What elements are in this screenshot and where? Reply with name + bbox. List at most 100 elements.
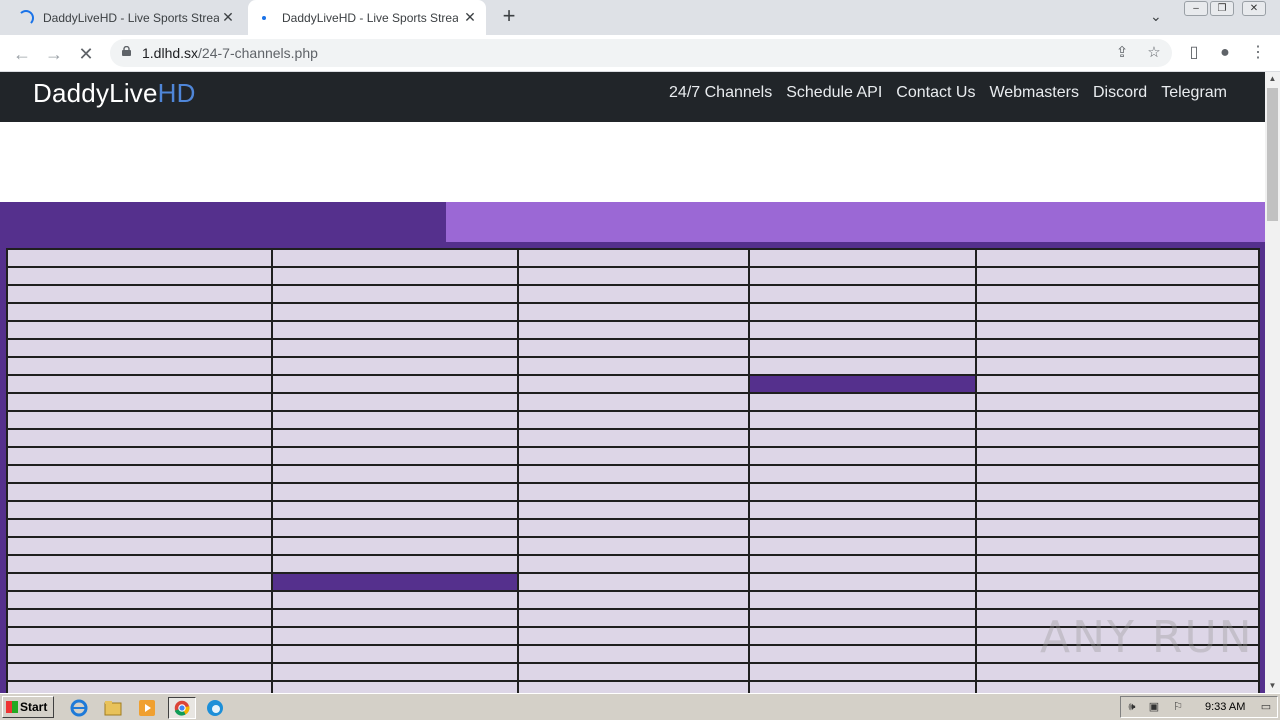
- channel-cell[interactable]: [748, 662, 977, 682]
- channel-cell[interactable]: [271, 410, 519, 430]
- channel-cell[interactable]: [748, 284, 977, 304]
- channel-cell[interactable]: [271, 608, 519, 628]
- channel-cell[interactable]: [517, 680, 750, 693]
- channel-cell[interactable]: [748, 500, 977, 520]
- channel-cell[interactable]: [6, 356, 273, 376]
- channel-cell[interactable]: [271, 374, 519, 394]
- page-scrollbar[interactable]: ▲ ▼: [1265, 72, 1280, 693]
- channel-cell[interactable]: [517, 608, 750, 628]
- channel-cell[interactable]: [271, 248, 519, 268]
- channel-cell[interactable]: [271, 338, 519, 358]
- channel-cell[interactable]: [271, 536, 519, 556]
- channel-cell[interactable]: [748, 644, 977, 664]
- channel-cell[interactable]: [6, 680, 273, 693]
- channel-cell[interactable]: [975, 410, 1260, 430]
- channel-cell[interactable]: [975, 446, 1260, 466]
- channel-cell[interactable]: [6, 626, 273, 646]
- channel-cell[interactable]: [6, 446, 273, 466]
- scroll-down-arrow-icon[interactable]: ▼: [1265, 679, 1280, 693]
- channel-cell[interactable]: [975, 500, 1260, 520]
- channel-cell[interactable]: [271, 644, 519, 664]
- channel-cell[interactable]: [271, 662, 519, 682]
- channel-cell[interactable]: [748, 518, 977, 538]
- channel-cell[interactable]: [271, 284, 519, 304]
- chrome-icon[interactable]: [168, 697, 196, 719]
- channel-cell[interactable]: [748, 338, 977, 358]
- channel-cell[interactable]: [517, 320, 750, 340]
- channel-cell[interactable]: [975, 482, 1260, 502]
- channel-cell[interactable]: [748, 302, 977, 322]
- channel-cell[interactable]: [975, 590, 1260, 610]
- channel-cell[interactable]: [6, 320, 273, 340]
- channel-cell[interactable]: [517, 482, 750, 502]
- channel-cell[interactable]: [748, 680, 977, 693]
- media-player-icon[interactable]: [136, 697, 158, 719]
- channel-cell[interactable]: [517, 248, 750, 268]
- share-icon[interactable]: ⇪: [1113, 44, 1131, 62]
- channel-cell[interactable]: [6, 662, 273, 682]
- address-bar[interactable]: 1.dlhd.sx/24-7-channels.php ⇪ ☆: [110, 39, 1172, 67]
- forward-button[interactable]: →: [42, 42, 66, 66]
- channel-cell[interactable]: [975, 554, 1260, 574]
- channel-cell[interactable]: [517, 266, 750, 286]
- channel-cell[interactable]: [975, 464, 1260, 484]
- stop-loading-button[interactable]: ✕: [74, 42, 98, 66]
- close-tab-icon[interactable]: ✕: [220, 9, 236, 25]
- channel-cell[interactable]: [517, 590, 750, 610]
- show-desktop-icon[interactable]: ▭: [1259, 700, 1273, 714]
- channel-cell[interactable]: [271, 626, 519, 646]
- channel-cell[interactable]: [748, 482, 977, 502]
- channel-cell[interactable]: [748, 590, 977, 610]
- channel-cell[interactable]: [6, 266, 273, 286]
- channel-cell[interactable]: [517, 356, 750, 376]
- channel-cell[interactable]: [748, 410, 977, 430]
- channel-cell[interactable]: [271, 356, 519, 376]
- channel-cell[interactable]: [271, 446, 519, 466]
- channel-cell[interactable]: [517, 410, 750, 430]
- channel-cell[interactable]: [517, 302, 750, 322]
- nav-link-channels[interactable]: 24/7 Channels: [669, 84, 772, 102]
- internet-explorer-icon[interactable]: [68, 697, 90, 719]
- channel-cell[interactable]: [271, 392, 519, 412]
- channel-cell[interactable]: [271, 680, 519, 693]
- channel-cell[interactable]: [517, 536, 750, 556]
- channel-cell[interactable]: [6, 248, 273, 268]
- channel-cell[interactable]: [517, 626, 750, 646]
- channel-cell[interactable]: [975, 356, 1260, 376]
- channel-cell[interactable]: [748, 320, 977, 340]
- channel-cell[interactable]: [517, 554, 750, 574]
- channel-cell[interactable]: [6, 518, 273, 538]
- channel-cell[interactable]: [975, 680, 1260, 693]
- channel-cell[interactable]: [748, 464, 977, 484]
- channel-cell[interactable]: [517, 284, 750, 304]
- action-center-flag-icon[interactable]: ⚐: [1171, 700, 1185, 714]
- channel-cell[interactable]: [271, 320, 519, 340]
- edge-icon[interactable]: [204, 697, 226, 719]
- side-panel-icon[interactable]: ▯: [1184, 43, 1204, 63]
- channel-cell[interactable]: [975, 536, 1260, 556]
- channel-cell[interactable]: [517, 518, 750, 538]
- minimize-button[interactable]: –: [1184, 1, 1208, 16]
- channel-cell[interactable]: [975, 662, 1260, 682]
- menu-kebab-icon[interactable]: ⋮: [1248, 43, 1268, 63]
- nav-link-discord[interactable]: Discord: [1093, 84, 1147, 102]
- channel-cell[interactable]: [517, 572, 750, 592]
- channel-cell[interactable]: [6, 464, 273, 484]
- new-tab-button[interactable]: +: [498, 5, 520, 27]
- channel-cell[interactable]: [271, 518, 519, 538]
- scroll-thumb[interactable]: [1267, 88, 1278, 221]
- channel-cell[interactable]: [517, 446, 750, 466]
- channel-cell[interactable]: [748, 356, 977, 376]
- profile-avatar-icon[interactable]: ●: [1215, 43, 1235, 63]
- channel-cell[interactable]: [975, 374, 1260, 394]
- channel-cell[interactable]: [271, 482, 519, 502]
- channel-cell[interactable]: [6, 482, 273, 502]
- channel-cell[interactable]: [975, 248, 1260, 268]
- channel-cell[interactable]: [975, 320, 1260, 340]
- back-button[interactable]: ←: [10, 42, 34, 66]
- channel-cell[interactable]: [748, 266, 977, 286]
- channel-cell[interactable]: [6, 500, 273, 520]
- channel-cell[interactable]: [975, 428, 1260, 448]
- nav-link-webmasters[interactable]: Webmasters: [989, 84, 1079, 102]
- close-window-button[interactable]: ✕: [1242, 1, 1266, 16]
